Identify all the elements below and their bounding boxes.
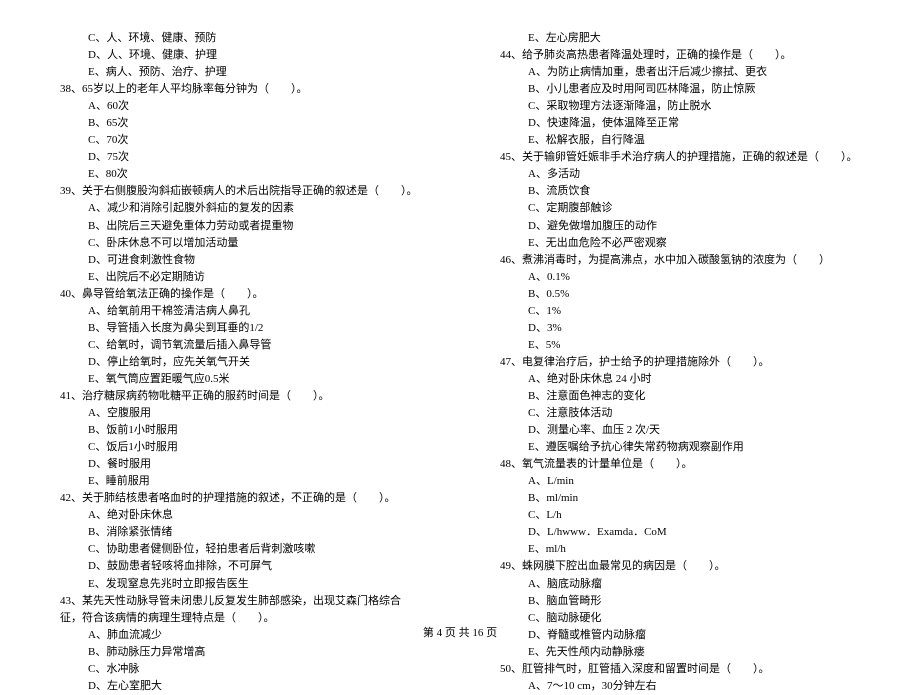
option: D、人、环境、健康、护理 <box>60 47 420 64</box>
option: B、小儿患者应及时用阿司匹林降温，防止惊厥 <box>500 81 860 98</box>
option: C、卧床休息不可以增加活动量 <box>60 235 420 252</box>
option: D、停止给氧时，应先关氧气开关 <box>60 354 420 371</box>
option: B、0.5% <box>500 286 860 303</box>
option: B、饭前1小时服用 <box>60 422 420 439</box>
option: A、多活动 <box>500 166 860 183</box>
option: D、L/hwww．Examda．CoM <box>500 524 860 541</box>
option: B、脑血管畸形 <box>500 593 860 610</box>
question-46: 46、煮沸消毒时，为提高沸点，水中加入碳酸氢钠的浓度为（ ） <box>500 252 860 269</box>
option: E、氧气筒应置距暖气应0.5米 <box>60 371 420 388</box>
question-43: 43、某先天性动脉导管未闭患儿反复发生肺部感染，出现艾森门格综合征，符合该病情的… <box>60 593 420 627</box>
page-footer: 第 4 页 共 16 页 <box>0 624 920 640</box>
option: A、7～10 cm，30分钟左右 <box>500 678 860 695</box>
question-47: 47、电复律治疗后，护士给予的护理措施除外（ ）。 <box>500 354 860 371</box>
option: B、ml/min <box>500 490 860 507</box>
option: C、水冲脉 <box>60 661 420 678</box>
option: E、左心房肥大 <box>500 30 860 47</box>
option: D、避免做增加腹压的动作 <box>500 218 860 235</box>
question-40: 40、鼻导管给氧法正确的操作是（ ）。 <box>60 286 420 303</box>
option: C、饭后1小时服用 <box>60 439 420 456</box>
option: A、绝对卧床休息 24 小时 <box>500 371 860 388</box>
option: C、定期腹部触诊 <box>500 200 860 217</box>
left-column: C、人、环境、健康、预防 D、人、环境、健康、护理 E、病人、预防、治疗、护理 … <box>60 30 420 695</box>
option: A、脑底动脉瘤 <box>500 576 860 593</box>
option: E、睡前服用 <box>60 473 420 490</box>
question-49: 49、蛛网膜下腔出血最常见的病因是（ ）。 <box>500 558 860 575</box>
option: B、消除紧张情绪 <box>60 524 420 541</box>
option: E、5% <box>500 337 860 354</box>
option: D、餐时服用 <box>60 456 420 473</box>
option: D、可进食刺激性食物 <box>60 252 420 269</box>
option: E、遵医嘱给予抗心律失常药物病观察副作用 <box>500 439 860 456</box>
question-39: 39、关于右侧腹股沟斜疝嵌顿病人的术后出院指导正确的叙述是（ ）。 <box>60 183 420 200</box>
option: C、注意肢体活动 <box>500 405 860 422</box>
question-44: 44、给予肺炎高热患者降温处理时，正确的操作是（ ）。 <box>500 47 860 64</box>
option: E、松解衣服，自行降温 <box>500 132 860 149</box>
option: D、75次 <box>60 149 420 166</box>
option: D、3% <box>500 320 860 337</box>
option: C、采取物理方法逐渐降温，防止脱水 <box>500 98 860 115</box>
option: B、65次 <box>60 115 420 132</box>
option: A、60次 <box>60 98 420 115</box>
option: B、导管插入长度为鼻尖到耳垂的1/2 <box>60 320 420 337</box>
option: E、发现窒息先兆时立即报告医生 <box>60 576 420 593</box>
question-41: 41、治疗糖尿病药物吡糖平正确的服药时间是（ ）。 <box>60 388 420 405</box>
option: E、80次 <box>60 166 420 183</box>
option: D、左心室肥大 <box>60 678 420 695</box>
option: A、减少和消除引起腹外斜疝的复发的因素 <box>60 200 420 217</box>
option: C、给氧时，调节氧流量后插入鼻导管 <box>60 337 420 354</box>
option: A、绝对卧床休息 <box>60 507 420 524</box>
option: C、1% <box>500 303 860 320</box>
option: B、流质饮食 <box>500 183 860 200</box>
option: B、出院后三天避免重体力劳动或者提重物 <box>60 218 420 235</box>
option: A、为防止病情加重，患者出汗后减少擦拭、更衣 <box>500 64 860 81</box>
option: A、L/min <box>500 473 860 490</box>
option: E、出院后不必定期随访 <box>60 269 420 286</box>
question-42: 42、关于肺结核患者咯血时的护理措施的叙述，不正确的是（ ）。 <box>60 490 420 507</box>
option: E、先天性颅内动静脉瘘 <box>500 644 860 661</box>
option: C、人、环境、健康、预防 <box>60 30 420 47</box>
question-38: 38、65岁以上的老年人平均脉率每分钟为（ ）。 <box>60 81 420 98</box>
option: B、肺动脉压力异常增高 <box>60 644 420 661</box>
option: C、协助患者健侧卧位，轻拍患者后背刺激咳嗽 <box>60 541 420 558</box>
option: A、空腹服用 <box>60 405 420 422</box>
option: E、病人、预防、治疗、护理 <box>60 64 420 81</box>
option: D、鼓励患者轻咳将血排除，不可屏气 <box>60 558 420 575</box>
option: C、L/h <box>500 507 860 524</box>
option: E、无出血危险不必严密观察 <box>500 235 860 252</box>
question-48: 48、氧气流量表的计量单位是（ ）。 <box>500 456 860 473</box>
question-45: 45、关于输卵管妊娠非手术治疗病人的护理措施，正确的叙述是（ ）。 <box>500 149 860 166</box>
option: B、注意面色神志的变化 <box>500 388 860 405</box>
option: D、快速降温，使体温降至正常 <box>500 115 860 132</box>
option: A、0.1% <box>500 269 860 286</box>
option: A、给氧前用干棉签清洁病人鼻孔 <box>60 303 420 320</box>
question-50: 50、肛管排气时，肛管插入深度和留置时间是（ ）。 <box>500 661 860 678</box>
option: C、70次 <box>60 132 420 149</box>
right-column: E、左心房肥大 44、给予肺炎高热患者降温处理时，正确的操作是（ ）。 A、为防… <box>500 30 860 695</box>
option: D、测量心率、血压 2 次/天 <box>500 422 860 439</box>
option: E、ml/h <box>500 541 860 558</box>
